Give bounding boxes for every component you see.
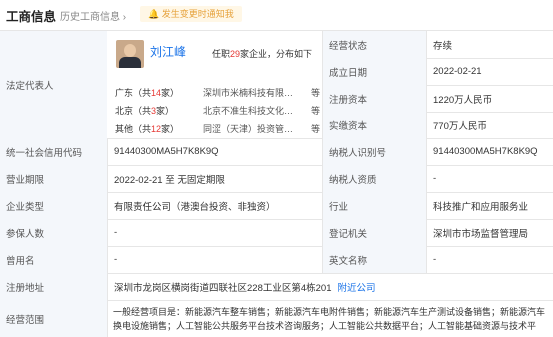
legal-rep-label: 法定代表人 [0,31,107,138]
corp-beijing[interactable]: 北京不准生科技文化… [203,104,313,117]
term-label: 营业期限 [0,165,107,192]
address-value: 深圳市龙岗区横岗街道四联社区228工业区第4栋201 附近公司 [107,273,553,300]
status-label: 经营状态 [322,31,426,58]
former-name-value: - [107,246,322,273]
etc-beijing: 等 [311,106,321,116]
region-guangdong[interactable]: 广东（共14家） [115,86,179,99]
legal-rep-block: 刘江峰 任职29家企业，分布如下 广东（共14家） 深圳市米楠科技有限… 等 北… [107,31,322,137]
authority-value: 深圳市市场监督管理局 [426,219,553,246]
industry-label: 行业 [322,192,426,219]
tax-id-value: 91440300MA5H7K8K9Q [426,138,553,165]
nearby-companies-link[interactable]: 附近公司 [338,280,376,294]
change-alert-button[interactable]: 🔔 发生变更时通知我 [140,6,242,22]
scope-label: 经营范围 [0,300,107,337]
tax-id-label: 纳税人识别号 [322,138,426,165]
former-name-label: 曾用名 [0,246,107,273]
scope-value: 一般经营项目是：新能源汽车整车销售；新能源汽车电附件销售；新能源汽车生产测试设备… [113,307,546,331]
authority-label: 登记机关 [322,219,426,246]
etc-guangdong: 等 [311,88,321,98]
est-date-label: 成立日期 [322,58,426,85]
tab-history-info[interactable]: 历史工商信息 › [60,8,126,23]
etc-other: 等 [311,124,321,134]
insured-label: 参保人数 [0,219,107,246]
legal-rep-name[interactable]: 刘江峰 [150,43,186,60]
change-alert-label: 发生变更时通知我 [161,9,234,19]
taxpayer-label: 纳税人资质 [322,165,426,192]
address-label: 注册地址 [0,273,107,300]
est-date-value: 2022-02-21 [426,58,553,85]
type-value: 有限责任公司（港澳台投资、非独资） [107,192,322,219]
corp-guangdong[interactable]: 深圳市米楠科技有限… [203,86,313,99]
credit-code-label: 统一社会信用代码 [0,138,107,165]
business-info-table: 法定代表人 刘江峰 任职29家企业，分布如下 广东（共14家） 深圳市米楠科技有… [0,30,553,337]
corp-other[interactable]: 同涩（天津）投资管… [203,122,313,135]
reg-capital-label: 注册资本 [322,85,426,112]
paid-capital-value: 770万人民币 [426,112,553,138]
industry-value: 科技推广和应用服务业 [426,192,553,219]
reg-capital-value: 1220万人民币 [426,85,553,112]
english-name-label: 英文名称 [322,246,426,273]
avatar[interactable] [116,40,144,68]
address-text: 深圳市龙岗区横岗街道四联社区228工业区第4栋201 [114,282,332,294]
taxpayer-value: - [426,165,553,192]
held-companies[interactable]: 任职29家企业，分布如下 [212,47,312,60]
bell-icon: 🔔 [148,9,162,19]
english-name-value: - [426,246,553,273]
type-label: 企业类型 [0,192,107,219]
tab-business-info[interactable]: 工商信息 [6,6,56,25]
status-value: 存续 [426,31,553,58]
paid-capital-label: 实缴资本 [322,112,426,138]
region-other[interactable]: 其他（共12家） [115,122,179,135]
credit-code-value: 91440300MA5H7K8K9Q [107,138,322,165]
term-value: 2022-02-21 至 无固定期限 [107,165,322,192]
region-beijing[interactable]: 北京（共3家） [115,104,174,117]
insured-value: - [107,219,322,246]
